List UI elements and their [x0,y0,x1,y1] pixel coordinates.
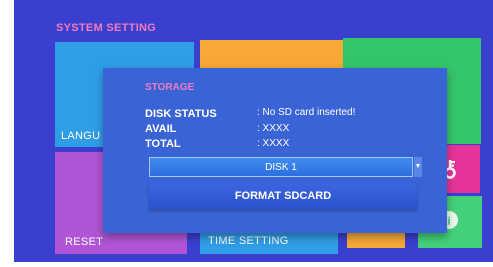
language-tile-label: LANGU [61,130,101,142]
orange-top-tile[interactable] [200,40,346,68]
total-value: : XXXX [257,138,290,149]
avail-value: : XXXX [257,123,290,134]
dialog-title: STORAGE [145,82,195,93]
reset-tile-label: RESET [65,236,104,248]
time-setting-tile-label: TIME SETTING [208,235,289,247]
total-label: TOTAL [145,138,181,150]
disk-select[interactable]: DISK 1 [149,157,413,177]
screen-title: SYSTEM SETTING [56,22,157,34]
disk-status-label: DISK STATUS [145,108,217,120]
disk-status-value: : No SD card inserted! [257,107,356,118]
settings-screen: SYSTEM SETTING LANGU RESET TIME SETTING … [14,0,493,262]
chevron-down-icon[interactable]: ▼ [414,157,422,177]
format-sdcard-button[interactable]: FORMAT SDCARD [149,183,417,209]
avail-label: AVAIL [145,123,177,135]
storage-dialog: STORAGE DISK STATUS : No SD card inserte… [103,68,447,233]
